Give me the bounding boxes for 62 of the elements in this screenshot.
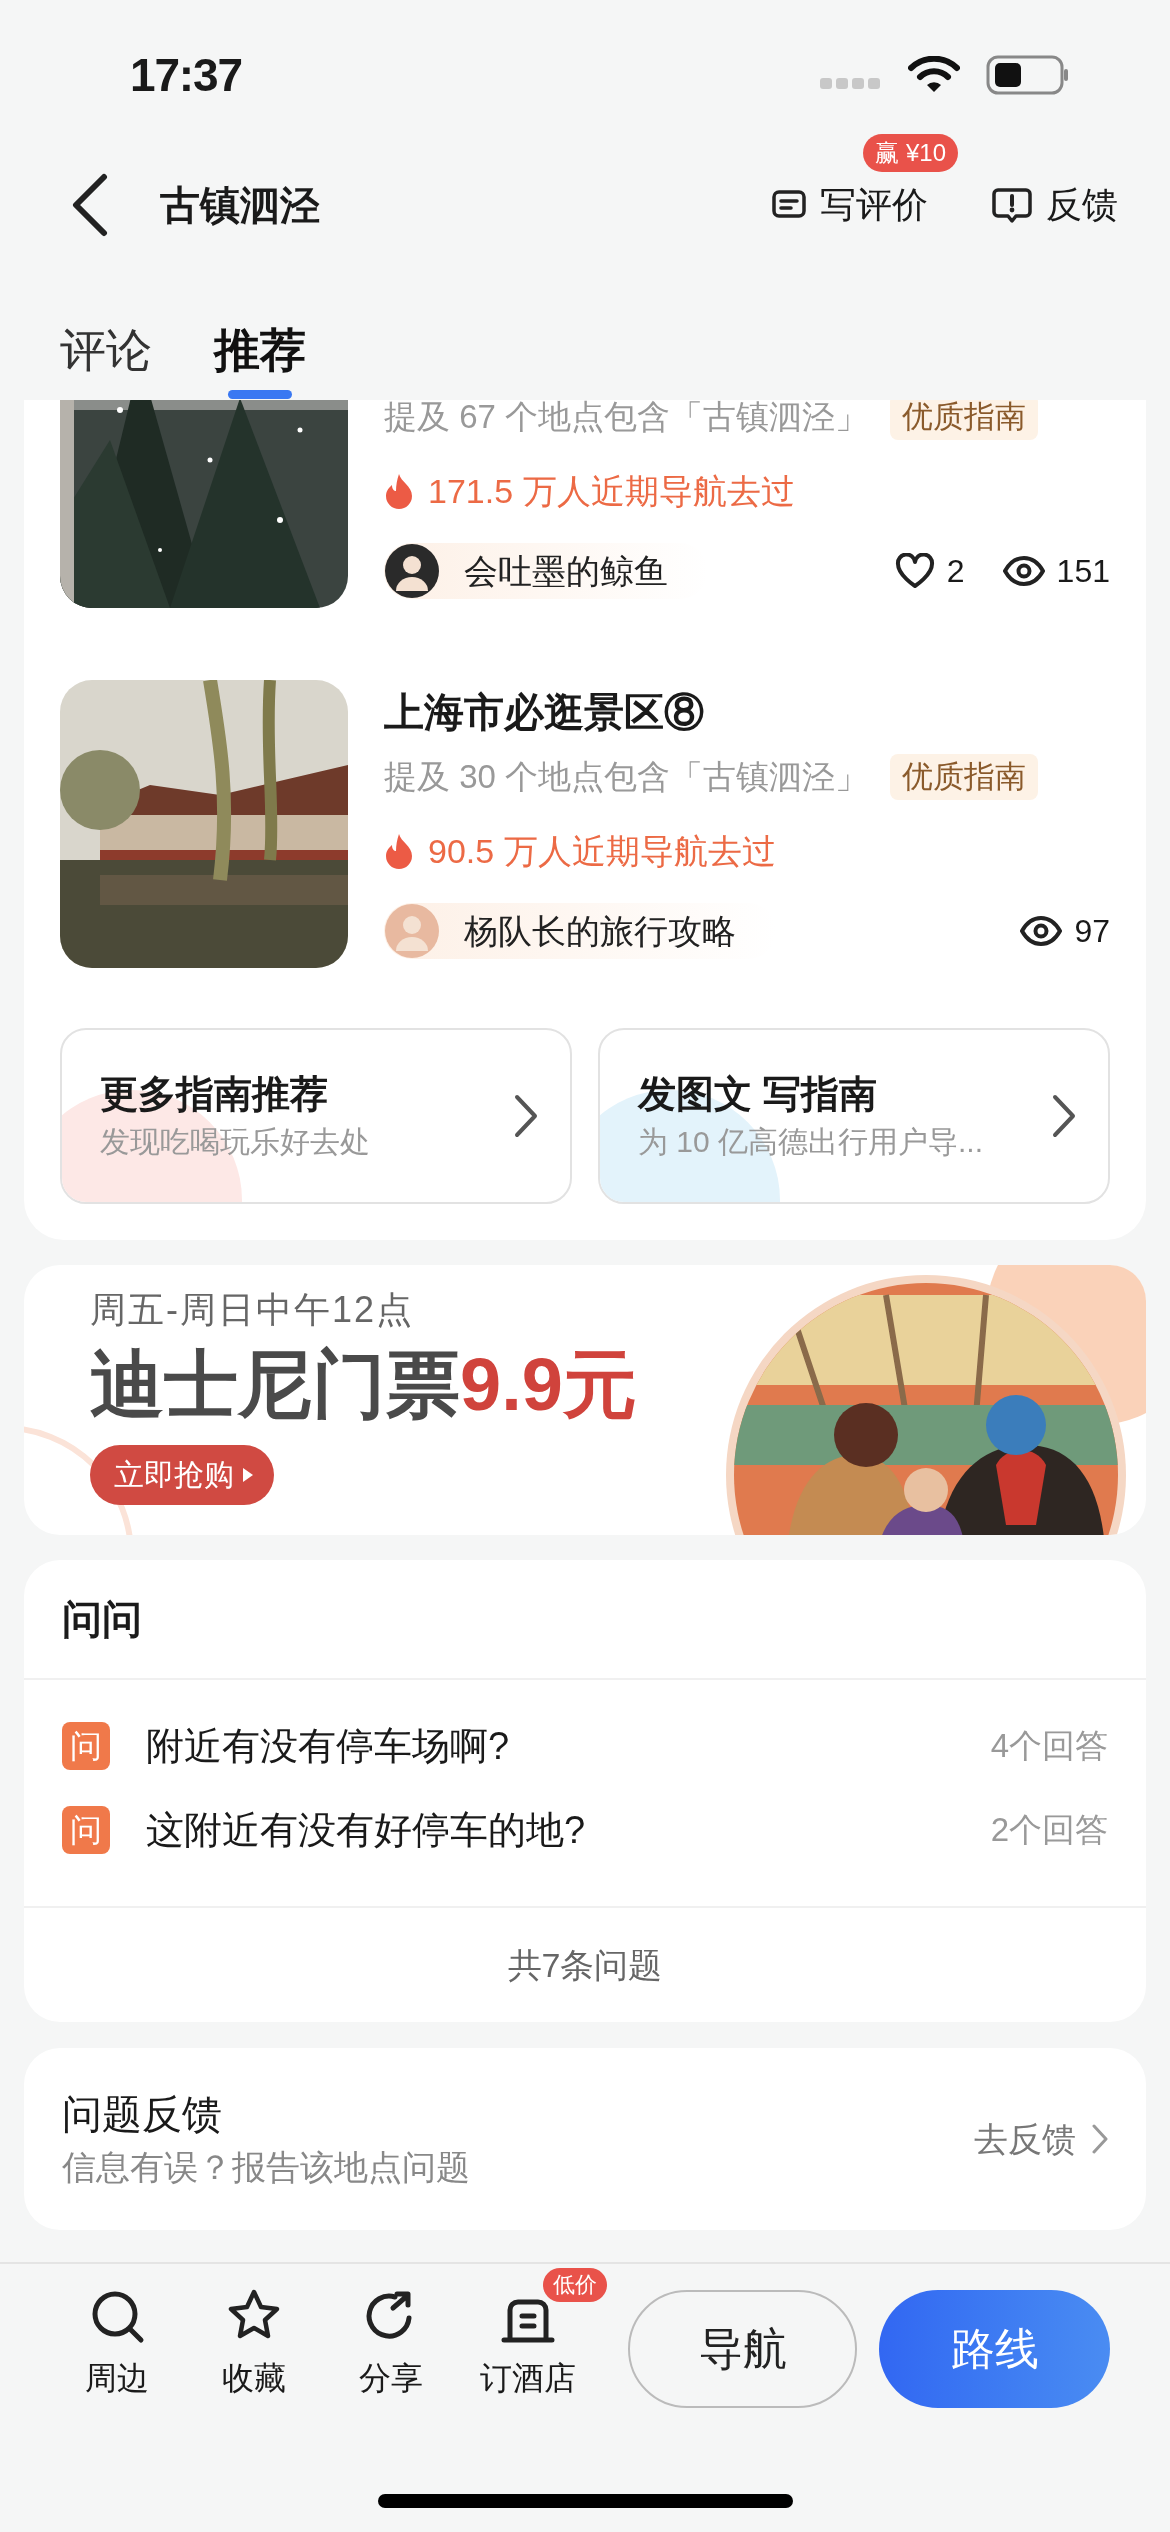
- avatar-icon: [384, 543, 440, 599]
- guide-mention: 提及 30 个地点包含「古镇泗泾」: [384, 757, 869, 798]
- question-badge: 问: [62, 1722, 110, 1770]
- avatar-icon: [384, 903, 440, 959]
- banner-headline: 迪士尼门票: [90, 1342, 460, 1428]
- view-count: 97: [1074, 912, 1110, 951]
- chevron-right-icon: [1052, 1094, 1076, 1138]
- banner-time: 周五-周日中午12点: [90, 1288, 416, 1332]
- route-button[interactable]: 路线: [879, 2290, 1110, 2408]
- like-count: 2: [946, 552, 965, 591]
- question-text: 附近有没有停车场啊?: [146, 1723, 511, 1769]
- quality-tag: 优质指南: [890, 754, 1039, 800]
- play-icon: [242, 1467, 254, 1483]
- flame-icon: [384, 833, 414, 869]
- question-text: 这附近有没有好停车的地?: [146, 1807, 587, 1853]
- chevron-right-icon: [1092, 2124, 1108, 2154]
- eye-icon: [1020, 916, 1063, 946]
- guide-title[interactable]: 上海市必逛景区⑧: [384, 682, 1110, 746]
- navigate-button[interactable]: 导航: [628, 2290, 858, 2408]
- comment-icon: [772, 190, 806, 220]
- toolbar-button[interactable]: 周边: [84, 2288, 149, 2402]
- navigation-count: 171.5 万人近期导航去过: [428, 470, 795, 512]
- question-row[interactable]: 问 这附近有没有好停车的地? 2个回答: [24, 1788, 1146, 1872]
- card-subtitle: 发现吃喝玩乐好去处: [100, 1124, 371, 1160]
- tab[interactable]: 推荐: [214, 320, 306, 380]
- battery-icon: [986, 55, 1070, 95]
- status-time: 17:37: [130, 47, 242, 103]
- feedback-button[interactable]: 反馈: [992, 178, 1118, 232]
- banner-price: 9.9元: [460, 1342, 637, 1428]
- navigation-count: 90.5 万人近期导航去过: [428, 830, 776, 872]
- tab[interactable]: 评论: [60, 320, 152, 380]
- toolbar-button[interactable]: 分享: [358, 2288, 423, 2402]
- toolbar-button[interactable]: 收藏: [221, 2288, 286, 2402]
- section-title: 问问: [24, 1560, 1146, 1680]
- signal-icon: [820, 76, 882, 90]
- heart-icon: [894, 553, 935, 589]
- flame-icon: [384, 473, 414, 509]
- write-review-button[interactable]: 写评价: [772, 178, 928, 232]
- guide-mention: 提及 67 个地点包含「古镇泗泾」: [384, 400, 869, 438]
- buy-now-button[interactable]: 立即抢购: [90, 1445, 274, 1505]
- chevron-right-icon: [514, 1094, 538, 1138]
- card-subtitle: 为 10 亿高德出行用户导...: [638, 1124, 985, 1160]
- eye-icon: [1002, 556, 1045, 586]
- card-title: 发图文 写指南: [638, 1072, 878, 1117]
- more-questions-link[interactable]: 共7条问题: [507, 1939, 663, 1991]
- question-row[interactable]: 问 附近有没有停车场啊? 4个回答: [24, 1704, 1146, 1788]
- report-link[interactable]: 去反馈: [974, 2113, 1108, 2165]
- section-title: 问题反馈: [62, 2091, 223, 2138]
- promo-banner[interactable]: 周五-周日中午12点 迪士尼门票9.9元 立即抢购: [24, 1265, 1146, 1535]
- answer-count: 4个回答: [990, 1726, 1108, 1767]
- wifi-icon: [908, 56, 960, 94]
- page-title: 古镇泗泾: [160, 182, 321, 229]
- view-count: 151: [1056, 552, 1110, 591]
- reward-badge: 赢 ¥10: [863, 134, 958, 172]
- answer-count: 2个回答: [990, 1810, 1108, 1851]
- quality-tag: 优质指南: [890, 400, 1039, 440]
- card-title: 更多指南推荐: [100, 1072, 329, 1117]
- price-badge: 低价: [543, 2268, 607, 2302]
- alert-message-icon: [992, 187, 1032, 223]
- question-badge: 问: [62, 1806, 110, 1854]
- report-subtitle: 信息有误？报告该地点问题: [62, 2147, 471, 2188]
- tab-indicator: [228, 390, 292, 399]
